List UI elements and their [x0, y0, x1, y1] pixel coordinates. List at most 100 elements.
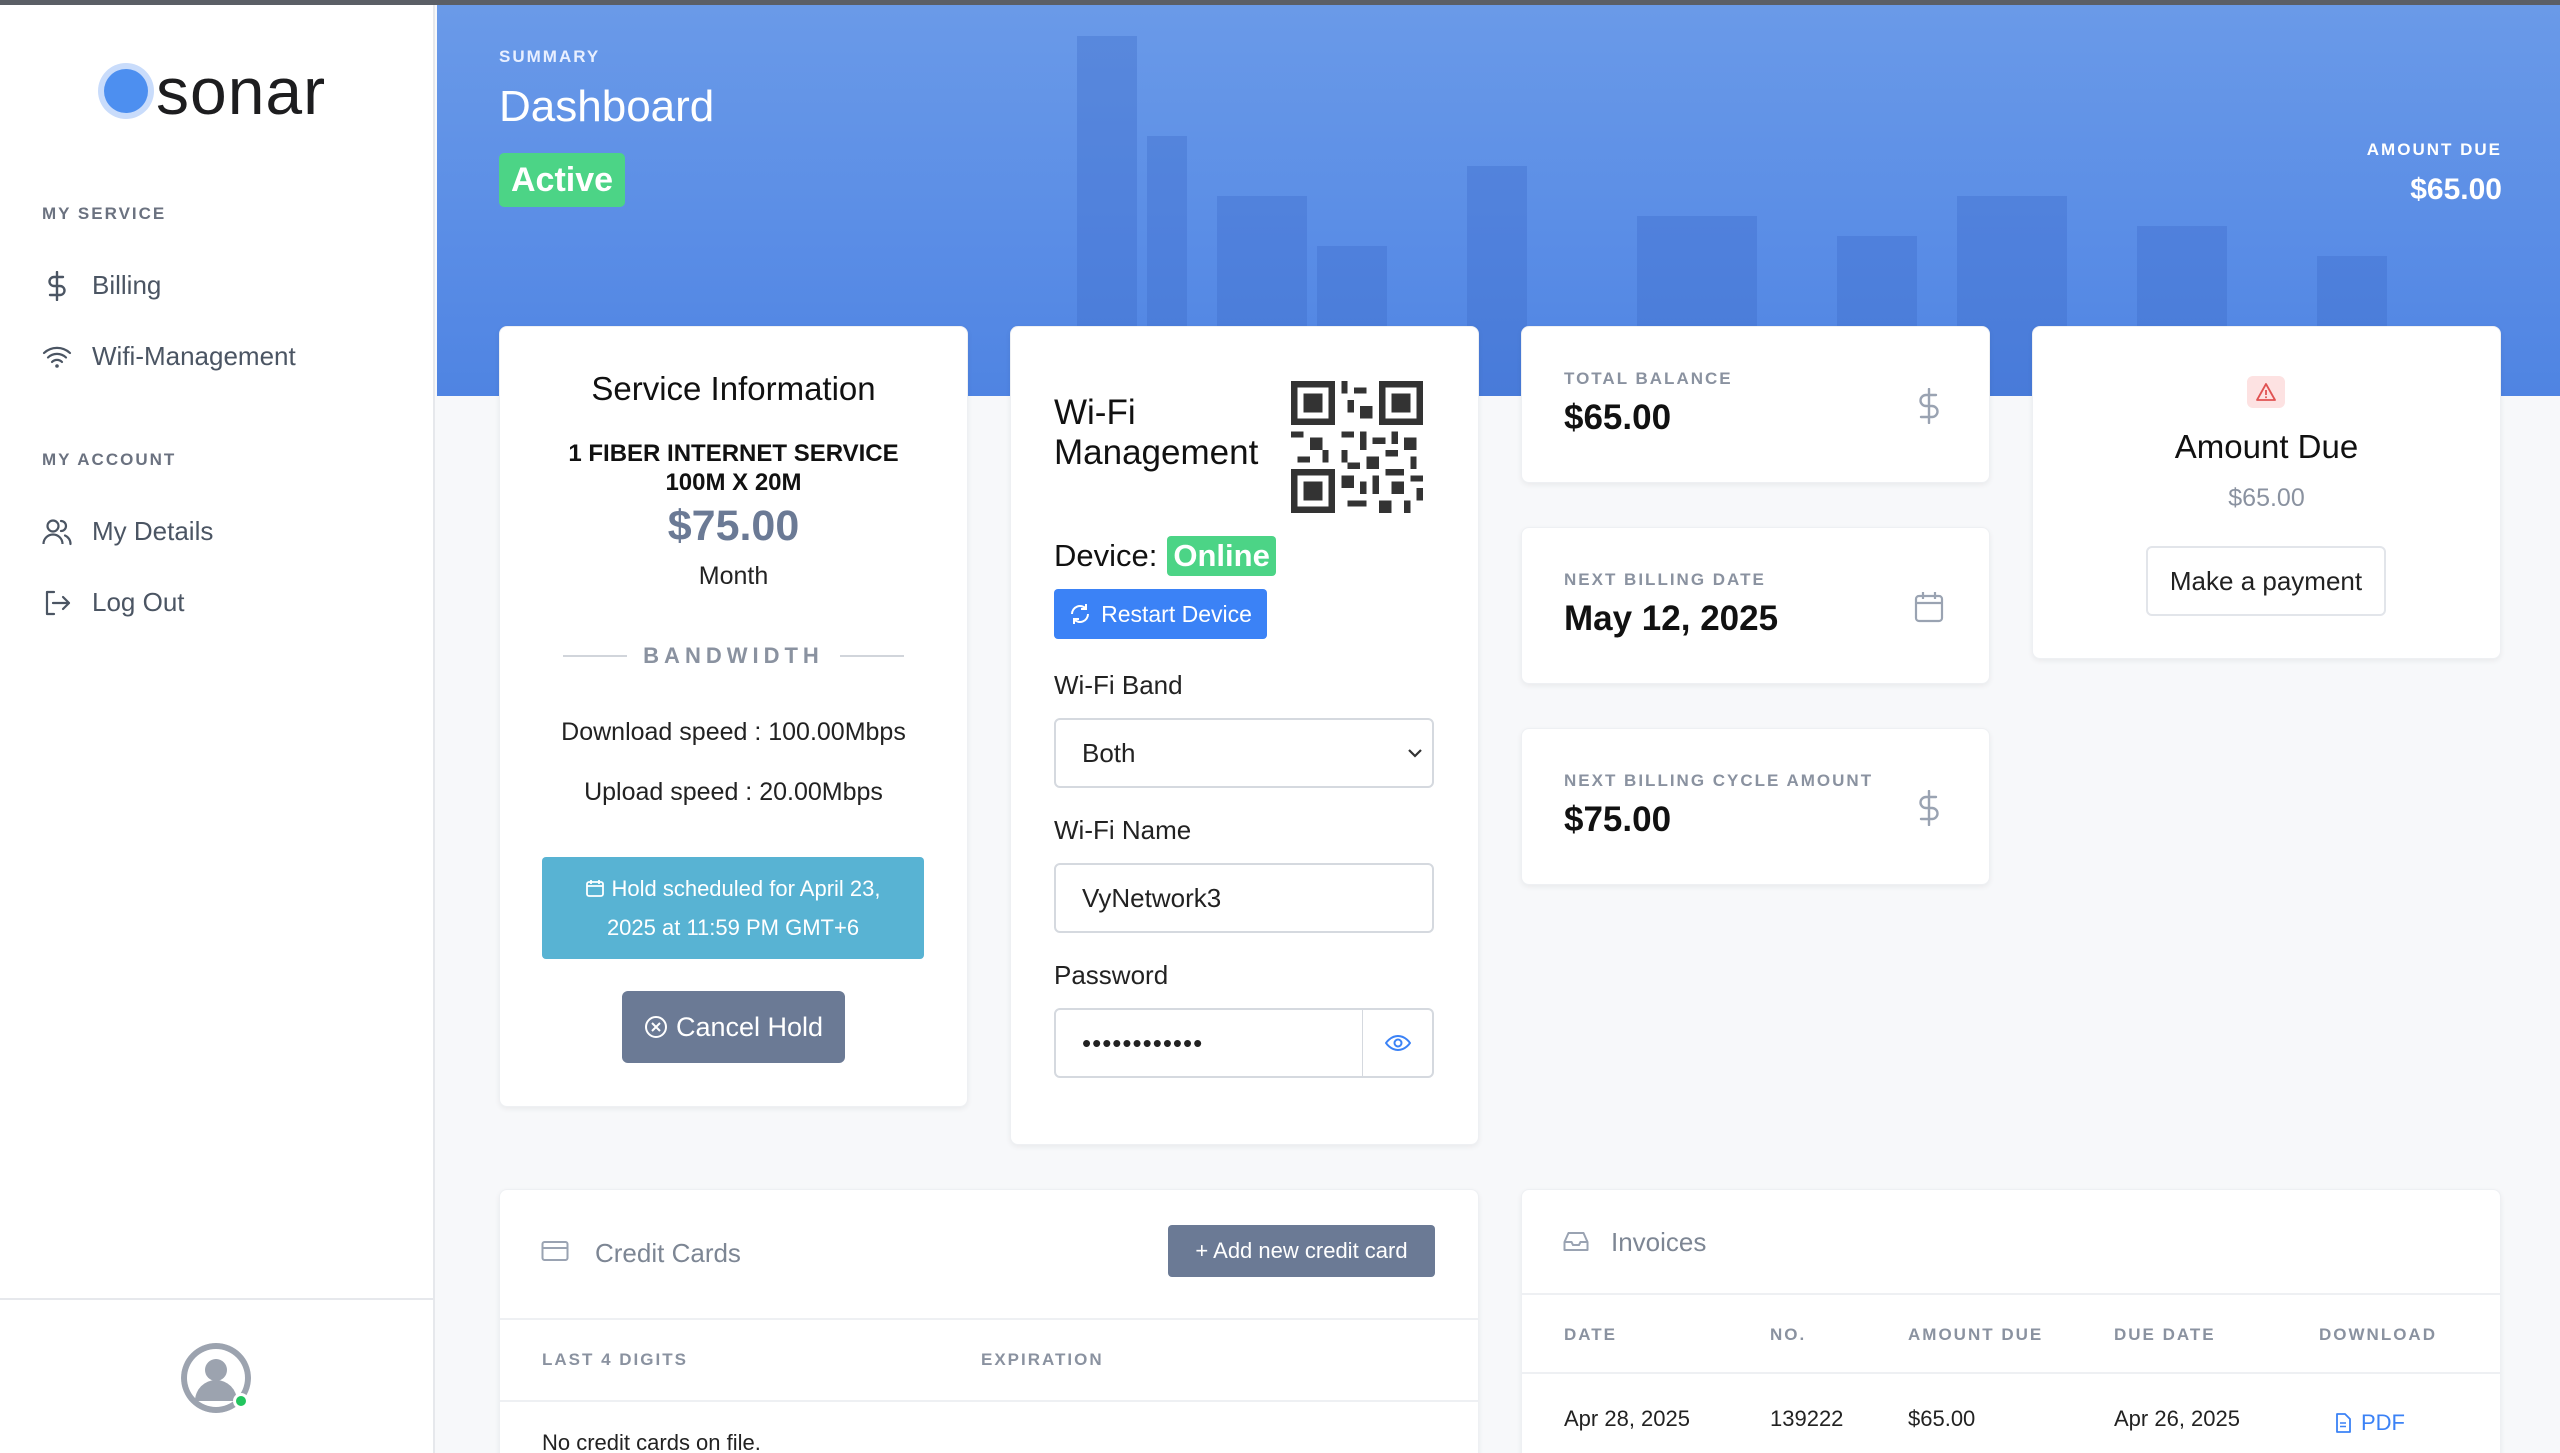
total-balance-value: $65.00	[1564, 398, 1672, 437]
cancel-hold-button[interactable]: Cancel Hold	[622, 991, 845, 1063]
cancel-hold-label: Cancel Hold	[675, 1011, 824, 1042]
next-cycle-value: $75.00	[1564, 800, 1672, 839]
sidebar: sonar MY SERVICE Billing Wifi-Management…	[0, 0, 435, 1453]
credit-card-icon	[541, 1240, 569, 1267]
invoices-divider	[1522, 1293, 2500, 1295]
dollar-icon	[42, 270, 72, 301]
next-billing-date-label: NEXT BILLING DATE	[1564, 570, 1766, 589]
logout-icon	[42, 588, 72, 618]
invoices-header-divider	[1522, 1372, 2500, 1374]
wifi-icon	[42, 342, 72, 372]
hold-line-1: Hold scheduled for April 23,	[542, 869, 924, 908]
add-credit-card-label: + Add new credit card	[1195, 1238, 1408, 1263]
device-status-badge: Online	[1167, 536, 1276, 576]
password-label: Password	[1054, 960, 1169, 990]
inbox-icon	[1563, 1230, 1589, 1257]
chevron-down-icon	[1408, 749, 1422, 758]
sidebar-item-label: Billing	[92, 270, 162, 300]
col-amount-due-header: AMOUNT DUE	[1908, 1325, 2044, 1344]
next-billing-date-value: May 12, 2025	[1564, 599, 1779, 638]
refresh-icon	[1071, 604, 1090, 624]
col-expiration-header: EXPIRATION	[981, 1350, 1104, 1369]
eye-icon	[1384, 1034, 1411, 1052]
dollar-icon	[1912, 386, 1946, 426]
wifi-name-label: Wi-Fi Name	[1054, 815, 1192, 845]
users-icon	[42, 517, 72, 547]
restart-device-button[interactable]: Restart Device	[1054, 589, 1267, 639]
sidebar-item-my-details[interactable]: My Details	[42, 516, 213, 547]
credit-cards-empty: No credit cards on file.	[542, 1430, 761, 1453]
calendar-icon	[1912, 587, 1946, 627]
logo-dot-icon	[104, 69, 148, 113]
service-title: Service Information	[591, 370, 876, 407]
invoice-amount: $65.00	[1908, 1406, 1976, 1431]
col-download-header: DOWNLOAD	[2319, 1325, 2437, 1344]
wifi-band-label: Wi-Fi Band	[1054, 670, 1183, 700]
download-speed: Download speed : 100.00Mbps	[561, 718, 906, 746]
restart-device-label: Restart Device	[1101, 600, 1252, 627]
sidebar-item-log-out[interactable]: Log Out	[42, 587, 185, 618]
plan-price: $75.00	[667, 502, 800, 550]
show-password-button[interactable]	[1363, 1008, 1434, 1078]
page-title: Dashboard	[499, 82, 715, 131]
amount-due-title: Amount Due	[2174, 428, 2359, 465]
password-input[interactable]: ••••••••••••	[1054, 1008, 1364, 1078]
col-due-date-header: DUE DATE	[2114, 1325, 2216, 1344]
plan-name: 1 FIBER INTERNET SERVICE	[568, 440, 899, 467]
pdf-label: PDF	[2361, 1410, 2405, 1435]
plan-period: Month	[698, 562, 769, 590]
bandwidth-label: BANDWIDTH	[643, 643, 824, 668]
invoices-title: Invoices	[1611, 1227, 1707, 1257]
sidebar-item-billing[interactable]: Billing	[42, 270, 161, 301]
sidebar-item-label: Wifi-Management	[92, 341, 296, 371]
summary-eyebrow: SUMMARY	[499, 47, 601, 66]
col-last4-header: LAST 4 DIGITS	[542, 1350, 688, 1369]
password-value: ••••••••••••	[1082, 1027, 1204, 1058]
col-date-header: DATE	[1564, 1325, 1618, 1344]
header-amount-due-label: AMOUNT DUE	[2366, 140, 2502, 159]
col-no-header: NO.	[1770, 1325, 1807, 1344]
device-status-row: Device: Online	[1054, 536, 1276, 576]
document-icon	[2336, 1413, 2351, 1433]
sidebar-item-label: My Details	[92, 516, 214, 546]
credit-cards-divider	[500, 1318, 1478, 1320]
hold-line-2: 2025 at 11:59 PM GMT+6	[606, 915, 860, 940]
invoice-date: Apr 28, 2025	[1564, 1406, 1690, 1431]
invoice-number: 139222	[1770, 1406, 1844, 1431]
total-balance-label: TOTAL BALANCE	[1564, 369, 1733, 388]
status-badge: Active	[499, 153, 626, 207]
qr-code-icon[interactable]	[1291, 381, 1423, 513]
close-circle-icon	[644, 1016, 667, 1038]
wifi-band-value: Both	[1082, 737, 1136, 768]
make-payment-button[interactable]: Make a payment	[2146, 546, 2386, 616]
dollar-icon	[1912, 788, 1946, 828]
wifi-name-input[interactable]: VyNetwork3	[1054, 863, 1434, 933]
section-my-account: MY ACCOUNT	[42, 450, 177, 469]
sidebar-item-wifi-management[interactable]: Wifi-Management	[42, 341, 296, 372]
logo-text: sonar	[156, 54, 327, 128]
wifi-name-value: VyNetwork3	[1082, 882, 1222, 913]
plan-speed: 100M X 20M	[665, 469, 802, 496]
calendar-icon	[586, 880, 605, 897]
upload-speed: Upload speed : 20.00Mbps	[584, 778, 883, 806]
make-payment-label: Make a payment	[2169, 565, 2363, 596]
warning-icon	[2247, 376, 2285, 408]
invoice-pdf-link[interactable]: PDF	[2335, 1410, 2405, 1436]
top-edge	[0, 0, 2560, 5]
sidebar-footer-divider	[0, 1298, 435, 1300]
invoice-due-date: Apr 26, 2025	[2114, 1406, 2240, 1431]
sonar-logo[interactable]: sonar	[104, 58, 326, 124]
next-cycle-label: NEXT BILLING CYCLE AMOUNT	[1564, 771, 1874, 790]
hold-notice: Hold scheduled for April 23, 2025 at 11:…	[542, 857, 924, 959]
credit-cards-title: Credit Cards	[595, 1238, 741, 1268]
device-label: Device:	[1054, 538, 1158, 573]
credit-cards-header-divider	[500, 1400, 1478, 1402]
add-credit-card-button[interactable]: + Add new credit card	[1168, 1225, 1435, 1277]
sidebar-item-label: Log Out	[92, 587, 185, 617]
section-my-service: MY SERVICE	[42, 204, 167, 223]
wifi-band-select[interactable]: Both	[1054, 718, 1434, 788]
wifi-title: Wi-Fi Management	[1054, 393, 1259, 472]
header-amount-due-value: $65.00	[2410, 173, 2502, 206]
online-status-dot	[233, 1393, 249, 1409]
amount-due-value: $65.00	[2228, 484, 2305, 512]
